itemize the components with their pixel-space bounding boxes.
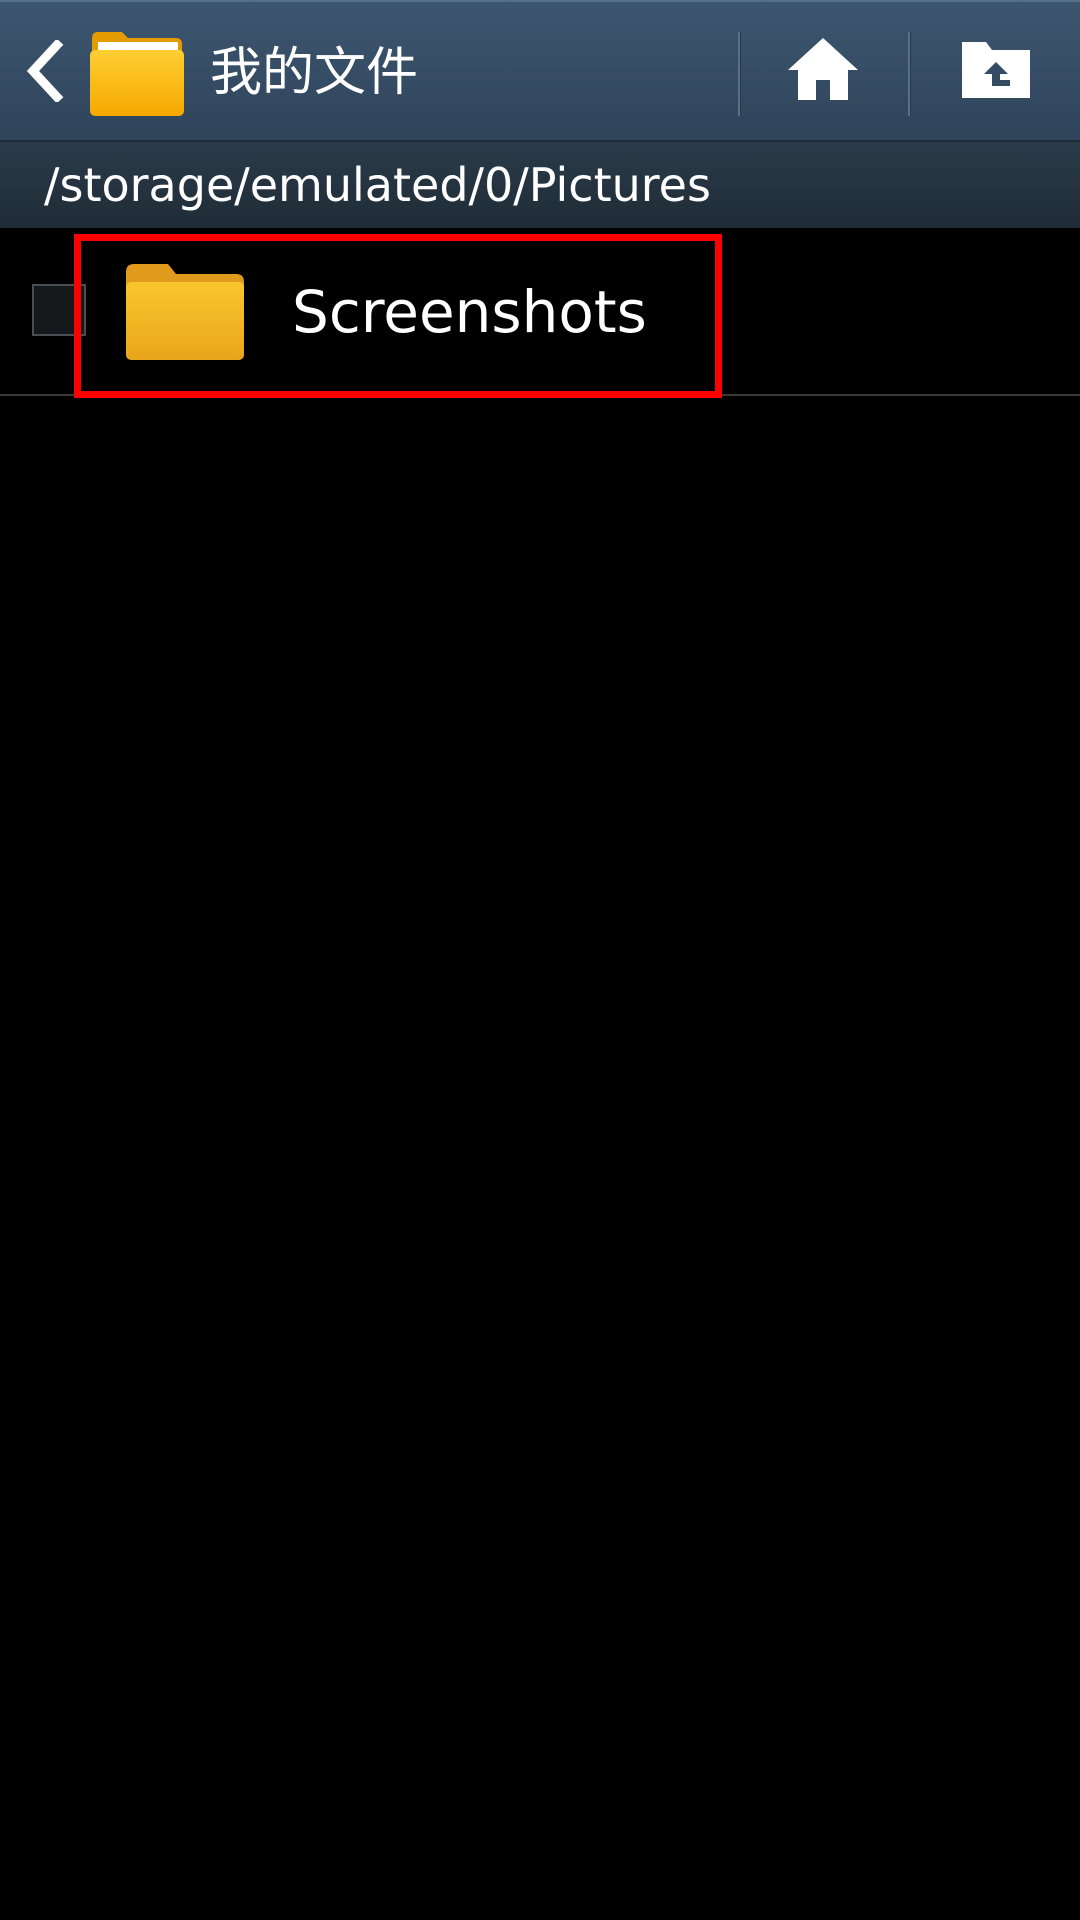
my-files-screen: 我的文件 /storage/emulated/0/Pictures Screen… xyxy=(0,0,1080,1920)
list-item[interactable]: Screenshots xyxy=(0,228,1080,396)
item-checkbox[interactable] xyxy=(32,284,86,336)
folder-name: Screenshots xyxy=(292,278,647,346)
folder-up-icon xyxy=(962,42,1030,98)
action-bar: 我的文件 xyxy=(0,0,1080,142)
folder-up-button[interactable] xyxy=(912,2,1080,142)
back-button[interactable] xyxy=(0,2,205,142)
file-list: Screenshots xyxy=(0,228,1080,396)
home-icon xyxy=(788,38,858,100)
folder-icon xyxy=(126,264,244,360)
home-button[interactable] xyxy=(740,2,908,142)
chevron-left-icon xyxy=(26,40,64,102)
path-bar: /storage/emulated/0/Pictures xyxy=(0,142,1080,228)
folder-icon xyxy=(90,32,184,116)
app-title: 我的文件 xyxy=(210,43,419,103)
current-path: /storage/emulated/0/Pictures xyxy=(44,158,711,212)
action-divider xyxy=(908,32,911,116)
